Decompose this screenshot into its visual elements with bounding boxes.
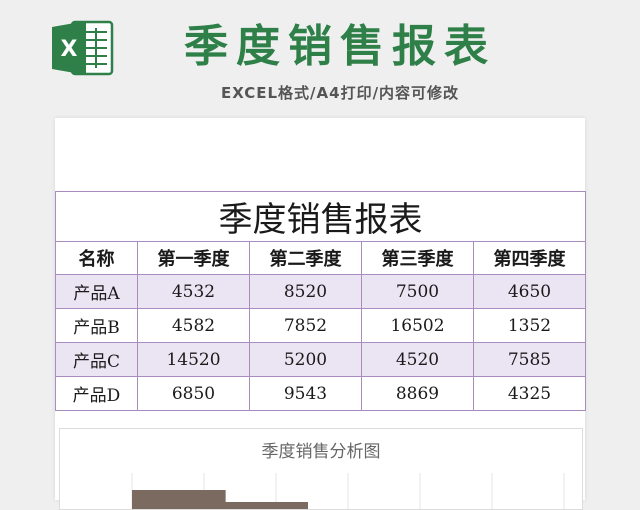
table-row: 产品D 6850 9543 8869 4325 — [55, 376, 586, 411]
table-title[interactable]: 季度销售报表 — [55, 191, 586, 242]
table-row: 产品A 4532 8520 7500 4650 — [55, 274, 586, 309]
value-cell[interactable]: 7852 — [249, 308, 362, 343]
table-header-row: 名称 第一季度 第二季度 第三季度 第四季度 — [55, 241, 586, 275]
value-cell[interactable]: 14520 — [137, 342, 250, 377]
value-cell[interactable]: 4650 — [473, 274, 586, 309]
product-name-cell[interactable]: 产品B — [55, 308, 138, 343]
value-cell[interactable]: 6850 — [137, 376, 250, 411]
column-header[interactable]: 第一季度 — [137, 241, 250, 275]
column-header[interactable]: 第四季度 — [473, 241, 586, 275]
chart-bar — [132, 502, 308, 509]
table-row: 产品C 14520 5200 4520 7585 — [55, 342, 586, 377]
table-row: 产品B 4582 7852 16502 1352 — [55, 308, 586, 343]
value-cell[interactable]: 4582 — [137, 308, 250, 343]
banner: X 季度销售报表 EXCEL格式/A4打印/内容可修改 — [0, 0, 640, 110]
page-subtitle: EXCEL格式/A4打印/内容可修改 — [220, 84, 460, 102]
product-name-cell[interactable]: 产品C — [55, 342, 138, 377]
value-cell[interactable]: 9543 — [249, 376, 362, 411]
chart-title: 季度销售分析图 — [262, 442, 381, 462]
product-name-cell[interactable]: 产品D — [55, 376, 138, 411]
product-name-cell[interactable]: 产品A — [55, 274, 138, 309]
excel-logo-icon: X — [50, 18, 116, 78]
value-cell[interactable]: 7585 — [473, 342, 586, 377]
value-cell[interactable]: 4532 — [137, 274, 250, 309]
value-cell[interactable]: 8520 — [249, 274, 362, 309]
value-cell[interactable]: 5200 — [249, 342, 362, 377]
value-cell[interactable]: 8869 — [361, 376, 474, 411]
sales-chart: 季度销售分析图 — [131, 442, 565, 509]
table-title-row: 季度销售报表 — [55, 191, 586, 242]
sales-table: 季度销售报表 名称 第一季度 第二季度 第三季度 第四季度 产品A 4532 8… — [55, 191, 586, 411]
value-cell[interactable]: 1352 — [473, 308, 586, 343]
value-cell[interactable]: 4520 — [361, 342, 474, 377]
value-cell[interactable]: 4325 — [473, 376, 586, 411]
page-title: 季度销售报表 — [184, 21, 496, 72]
logo-letter: X — [61, 37, 78, 62]
column-header[interactable]: 第三季度 — [361, 241, 474, 275]
value-cell[interactable]: 7500 — [361, 274, 474, 309]
chart-panel[interactable]: 季度销售分析图 — [59, 428, 583, 510]
column-header[interactable]: 第二季度 — [249, 241, 362, 275]
spreadsheet-sheet: 季度销售报表 名称 第一季度 第二季度 第三季度 第四季度 产品A 4532 8… — [55, 118, 586, 510]
value-cell[interactable]: 16502 — [361, 308, 474, 343]
chart-bar — [132, 490, 226, 502]
column-header[interactable]: 名称 — [55, 241, 138, 275]
